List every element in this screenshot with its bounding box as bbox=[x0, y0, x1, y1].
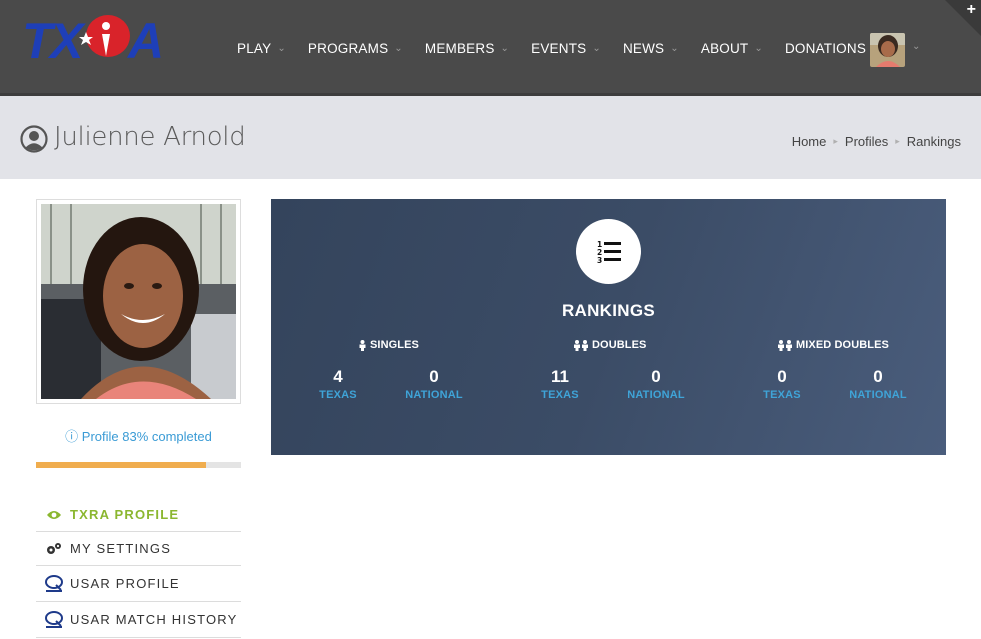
mixed-doubles-texas-value: 0 bbox=[777, 367, 787, 386]
nav-play[interactable]: PLAY ⌄ bbox=[226, 41, 297, 56]
usar-logo-icon bbox=[44, 610, 64, 629]
site-header: T X A PLAY ⌄ PROGRAMS ⌄ MEMBERS ⌄ EVENTS… bbox=[0, 0, 981, 96]
menu-usar-match-history[interactable]: USAR MATCH HISTORY bbox=[36, 602, 241, 638]
nav-members-label: MEMBERS bbox=[424, 40, 495, 56]
breadcrumb-rankings: Rankings bbox=[906, 134, 961, 149]
singles-national-value: 0 bbox=[429, 367, 439, 386]
plus-icon[interactable]: + bbox=[967, 1, 976, 19]
menu-txra-profile-label: TXRA PROFILE bbox=[70, 507, 180, 522]
mixed-doubles-national-stat: 0 NATIONAL bbox=[838, 367, 918, 401]
eye-icon bbox=[44, 510, 64, 520]
info-circle-icon: ⓘ bbox=[65, 429, 79, 444]
profile-progress-fill bbox=[36, 462, 207, 468]
doubles-texas-label: TEXAS bbox=[541, 389, 579, 401]
ordered-list-icon: 123 bbox=[597, 240, 621, 265]
profile-completion-label: Profile 83% completed bbox=[81, 429, 212, 444]
svg-text:A: A bbox=[126, 13, 164, 64]
profile-photo-frame bbox=[36, 199, 241, 404]
user-circle-icon bbox=[20, 125, 48, 153]
rankings-title: RANKINGS bbox=[561, 301, 656, 320]
user-avatar[interactable] bbox=[870, 33, 905, 67]
nav-donations[interactable]: DONATIONS bbox=[774, 41, 877, 56]
nav-play-label: PLAY bbox=[237, 40, 272, 56]
menu-txra-profile[interactable]: TXRA PROFILE bbox=[36, 498, 241, 532]
menu-usar-profile-label: USAR PROFILE bbox=[70, 576, 180, 591]
two-person-icon bbox=[778, 339, 792, 351]
svg-text:X: X bbox=[47, 13, 86, 64]
mixed-doubles-label: MIXED DOUBLES bbox=[796, 339, 889, 351]
mixed-doubles-texas-label: TEXAS bbox=[763, 389, 801, 401]
nav-programs-label: PROGRAMS bbox=[307, 40, 389, 56]
menu-usar-profile[interactable]: USAR PROFILE bbox=[36, 566, 241, 602]
doubles-national-label: NATIONAL bbox=[627, 389, 685, 401]
profile-progress-bar bbox=[36, 462, 241, 468]
chevron-down-icon: ⌄ bbox=[754, 42, 763, 54]
doubles-texas-value: 11 bbox=[551, 367, 569, 386]
menu-my-settings-label: MY SETTINGS bbox=[70, 541, 172, 556]
profile-side-menu: TXRA PROFILE MY SETTINGS USAR PROFILE US… bbox=[36, 498, 241, 638]
nav-about-label: ABOUT bbox=[700, 40, 749, 56]
singles-label: SINGLES bbox=[370, 339, 419, 351]
singles-texas-stat: 4 TEXAS bbox=[298, 367, 378, 401]
doubles-category: DOUBLES bbox=[573, 339, 646, 351]
mixed-doubles-national-value: 0 bbox=[873, 367, 883, 386]
rankings-panel: 123 RANKINGS SINGLES 4 TEXAS 0 NATIONAL … bbox=[271, 199, 946, 455]
menu-my-settings[interactable]: MY SETTINGS bbox=[36, 532, 241, 566]
singles-category: SINGLES bbox=[358, 339, 419, 351]
chevron-down-icon: ⌄ bbox=[670, 42, 679, 54]
nav-events-label: EVENTS bbox=[531, 40, 587, 56]
doubles-national-value: 0 bbox=[651, 367, 661, 386]
breadcrumb-separator: ▸ bbox=[895, 136, 900, 146]
profile-completion-text[interactable]: ⓘ Profile 83% completed bbox=[36, 426, 241, 445]
nav-donations-label: DONATIONS bbox=[784, 40, 867, 56]
doubles-texas-stat: 11 TEXAS bbox=[520, 367, 600, 401]
usar-logo-icon bbox=[44, 574, 64, 593]
chevron-down-icon: ⌄ bbox=[394, 42, 403, 54]
page-title: Julienne Arnold bbox=[54, 122, 246, 152]
single-person-icon bbox=[359, 339, 366, 351]
breadcrumb-home[interactable]: Home bbox=[792, 134, 827, 149]
singles-texas-label: TEXAS bbox=[319, 389, 357, 401]
breadcrumb: Home ▸ Profiles ▸ Rankings bbox=[792, 134, 961, 149]
breadcrumb-separator: ▸ bbox=[833, 136, 838, 146]
nav-news[interactable]: NEWS ⌄ bbox=[612, 41, 690, 56]
rankings-icon-circle: 123 bbox=[576, 219, 641, 284]
nav-news-label: NEWS bbox=[622, 40, 665, 56]
chevron-down-icon: ⌄ bbox=[500, 42, 510, 54]
singles-texas-value: 4 bbox=[333, 367, 343, 386]
chevron-down-icon: ⌄ bbox=[277, 42, 286, 54]
two-person-icon bbox=[574, 339, 588, 351]
nav-events[interactable]: EVENTS ⌄ bbox=[520, 41, 612, 56]
profile-photo bbox=[41, 204, 236, 399]
doubles-national-stat: 0 NATIONAL bbox=[616, 367, 696, 401]
main-nav: PLAY ⌄ PROGRAMS ⌄ MEMBERS ⌄ EVENTS ⌄ NEW… bbox=[226, 0, 877, 96]
nav-members[interactable]: MEMBERS ⌄ bbox=[414, 41, 520, 56]
mixed-doubles-texas-stat: 0 TEXAS bbox=[742, 367, 822, 401]
singles-national-label: NATIONAL bbox=[405, 389, 463, 401]
nav-about[interactable]: ABOUT ⌄ bbox=[690, 41, 774, 56]
gears-icon bbox=[44, 542, 64, 556]
chevron-down-icon[interactable]: ⌄ bbox=[912, 41, 920, 52]
txra-logo[interactable]: T X A bbox=[20, 12, 180, 64]
singles-national-stat: 0 NATIONAL bbox=[394, 367, 474, 401]
svg-text:3: 3 bbox=[597, 256, 602, 265]
breadcrumb-profiles[interactable]: Profiles bbox=[845, 134, 888, 149]
mixed-doubles-national-label: NATIONAL bbox=[849, 389, 907, 401]
menu-usar-match-history-label: USAR MATCH HISTORY bbox=[70, 612, 238, 627]
doubles-label: DOUBLES bbox=[592, 339, 647, 351]
mixed-doubles-category: MIXED DOUBLES bbox=[777, 339, 889, 351]
chevron-down-icon: ⌄ bbox=[592, 42, 601, 54]
nav-programs[interactable]: PROGRAMS ⌄ bbox=[297, 41, 414, 56]
